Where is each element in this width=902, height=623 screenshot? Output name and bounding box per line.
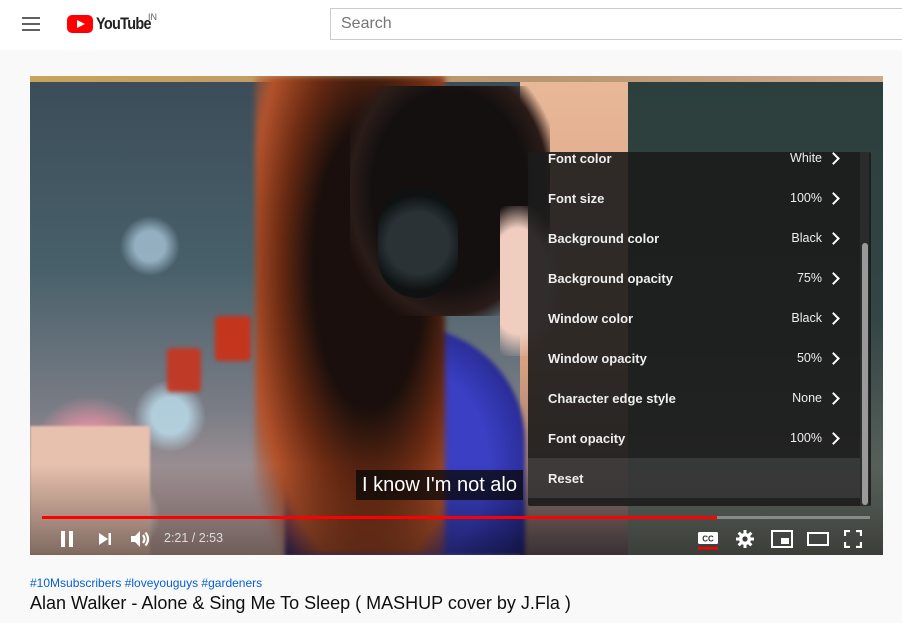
setting-value: 50% bbox=[796, 351, 822, 365]
caption-setting-background-color[interactable]: Background color Black bbox=[528, 218, 860, 258]
pause-button[interactable] bbox=[54, 526, 80, 552]
setting-label: Font size bbox=[548, 190, 605, 206]
skip-next-icon bbox=[99, 533, 111, 545]
setting-value: White bbox=[790, 152, 822, 165]
logo-region-code: IN bbox=[148, 12, 157, 22]
caption-setting-window-opacity[interactable]: Window opacity 50% bbox=[528, 338, 860, 378]
fullscreen-icon bbox=[844, 530, 862, 548]
chevron-right-icon bbox=[830, 431, 840, 445]
pause-icon bbox=[61, 531, 73, 547]
miniplayer-icon bbox=[771, 530, 793, 548]
setting-label: Window color bbox=[548, 310, 634, 326]
reset-label: Reset bbox=[548, 470, 584, 486]
menu-hamburger-icon[interactable] bbox=[22, 17, 40, 31]
caption-settings-list: Font color White Font size 100% Background c… bbox=[528, 152, 860, 498]
reset-button[interactable]: Reset bbox=[528, 458, 860, 498]
volume-icon bbox=[131, 531, 150, 547]
chevron-right-icon bbox=[830, 311, 840, 325]
closed-captions-icon: CC bbox=[698, 532, 718, 550]
miniplayer-button[interactable] bbox=[768, 526, 796, 552]
time-display: 2:21 / 2:53 bbox=[164, 531, 224, 545]
setting-label: Character edge style bbox=[548, 390, 676, 406]
setting-label: Font opacity bbox=[548, 430, 626, 446]
setting-value: Black bbox=[791, 231, 822, 245]
setting-value: 100% bbox=[790, 191, 822, 205]
chevron-right-icon bbox=[830, 231, 840, 245]
next-button[interactable] bbox=[92, 526, 118, 552]
caption-setting-window-color[interactable]: Window color Black bbox=[528, 298, 860, 338]
progress-played bbox=[42, 516, 717, 519]
player-controls: 2:21 / 2:53 CC bbox=[30, 524, 883, 554]
caption-setting-background-opacity[interactable]: Background opacity 75% bbox=[528, 258, 860, 298]
setting-label: Window opacity bbox=[548, 350, 647, 366]
chevron-right-icon bbox=[830, 391, 840, 405]
chevron-right-icon bbox=[830, 152, 840, 165]
subtitles-button[interactable]: CC bbox=[694, 526, 722, 552]
masthead: YouTube IN bbox=[0, 0, 902, 50]
youtube-logo[interactable]: YouTube bbox=[67, 14, 161, 34]
video-player[interactable]: I know I'm not alo Font color White Font s… bbox=[30, 76, 883, 555]
setting-label: Background color bbox=[548, 230, 660, 246]
fullscreen-button[interactable] bbox=[840, 526, 866, 552]
caption-setting-character-edge-style[interactable]: Character edge style None bbox=[528, 378, 860, 418]
menu-scrollbar-thumb[interactable] bbox=[862, 243, 868, 505]
svg-text:CC: CC bbox=[702, 535, 714, 544]
setting-value: Black bbox=[791, 311, 822, 325]
progress-bar[interactable] bbox=[42, 516, 870, 519]
caption-settings-menu: Font color White Font size 100% Background c… bbox=[528, 152, 871, 506]
setting-value: None bbox=[792, 391, 822, 405]
caption-setting-font-opacity[interactable]: Font opacity 100% bbox=[528, 418, 860, 458]
theater-mode-button[interactable] bbox=[804, 526, 832, 552]
caption-text: I know I'm not alo bbox=[356, 470, 523, 500]
caption-setting-font-size[interactable]: Font size 100% bbox=[528, 178, 860, 218]
theater-mode-icon bbox=[807, 532, 829, 546]
search-input[interactable] bbox=[330, 8, 902, 40]
chevron-right-icon bbox=[830, 351, 840, 365]
setting-label: Background opacity bbox=[548, 270, 673, 286]
setting-value: 100% bbox=[790, 431, 822, 445]
volume-button[interactable] bbox=[128, 526, 154, 552]
setting-value: 75% bbox=[796, 271, 822, 285]
chevron-right-icon bbox=[830, 271, 840, 285]
setting-label: Font color bbox=[548, 152, 612, 166]
caption-setting-font-color[interactable]: Font color White bbox=[528, 152, 860, 178]
video-title: Alan Walker - Alone & Sing Me To Sleep (… bbox=[30, 593, 571, 613]
logo-text: YouTube bbox=[96, 14, 152, 33]
video-hashtags[interactable]: #10Msubscribers #loveyouguys #gardeners bbox=[30, 576, 262, 590]
settings-button[interactable] bbox=[732, 526, 758, 552]
chevron-right-icon bbox=[830, 191, 840, 205]
youtube-play-icon bbox=[67, 15, 93, 33]
gear-icon bbox=[736, 530, 754, 548]
